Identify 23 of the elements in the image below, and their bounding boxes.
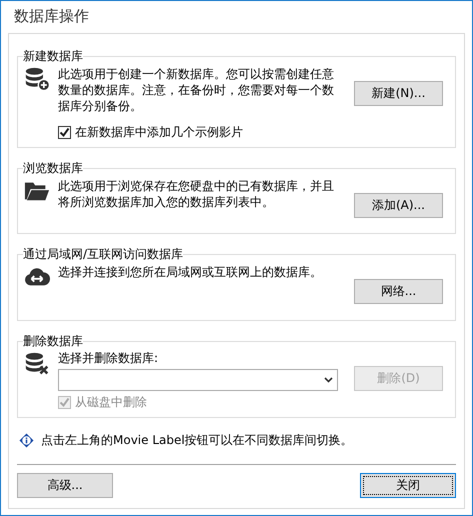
select-label: 选择并删除数据库: — [58, 351, 158, 365]
group-description: 此选项用于创建一个新数据库。您可以按需创建任意数量的数据库。注意，在备份时，您需要对每一个数据库分别备份。 — [58, 66, 335, 114]
checkbox[interactable] — [58, 126, 71, 139]
info-icon — [19, 433, 34, 448]
action-button[interactable]: 添加(A)... — [354, 193, 443, 218]
group-description: 此选项用于浏览保存在您硬盘中的已有数据库，并且将所浏览数据库加入您的数据库列表中。 — [58, 178, 335, 210]
database-add-icon — [24, 67, 50, 91]
checkbox-label: 在新数据库中添加几个示例影片 — [75, 124, 243, 141]
action-button[interactable]: 新建(N)... — [354, 81, 443, 106]
group-description: 选择并连接到您所在局域网或互联网上的数据库。 — [58, 264, 323, 280]
group-title: 通过局域网/互联网访问数据库 — [23, 246, 184, 263]
group-title: 浏览数据库 — [23, 160, 83, 177]
action-button[interactable]: 网络... — [354, 279, 443, 304]
checkbox-label: 从磁盘中删除 — [75, 394, 147, 411]
dialog-title: 数据库操作 — [13, 6, 90, 27]
chevron-down-icon — [324, 377, 333, 383]
dialog-button[interactable]: 关闭 — [360, 473, 456, 498]
group-title: 新建数据库 — [23, 48, 83, 65]
database-dropdown[interactable] — [58, 369, 338, 391]
group-title: 删除数据库 — [23, 333, 83, 350]
database-delete-icon — [24, 352, 50, 376]
info-text: 点击左上角的Movie Label按钮可以在不同数据库间切换。 — [41, 432, 353, 449]
dialog-button[interactable]: 高级... — [17, 473, 113, 498]
